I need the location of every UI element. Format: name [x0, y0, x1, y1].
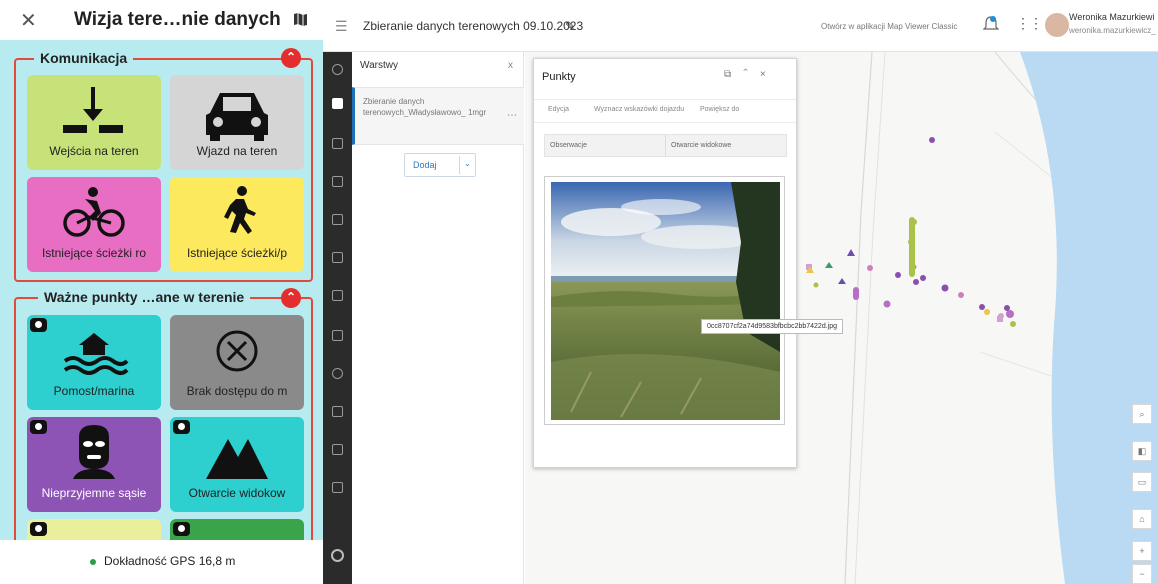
- layers-icon[interactable]: [332, 98, 343, 109]
- map-icon[interactable]: [293, 12, 308, 27]
- image-filename-tooltip: 0cc8707cf2a74d9583bfbcbc2bb7422d.jpg: [701, 319, 844, 334]
- survey-title: Wizja tere…nie danych: [74, 9, 281, 30]
- user-name: Weronika Mazurkiewi: [1069, 12, 1155, 22]
- charts-icon[interactable]: [332, 214, 343, 225]
- table-header-cell: Otwarcie widokowe: [671, 142, 732, 149]
- home-icon[interactable]: ⌂: [1132, 509, 1152, 529]
- tile-wejscia-na-teren[interactable]: Wejścia na teren: [27, 75, 161, 170]
- add-layer-label: Dodaj: [413, 160, 437, 170]
- edit-title-icon[interactable]: ✎: [565, 19, 575, 33]
- photo-frame: [544, 176, 785, 425]
- zoom-in-icon[interactable]: +: [1132, 541, 1152, 561]
- popup-toolbar: Edycja Wyznacz wskazówki dojazdu Powięks…: [534, 99, 796, 123]
- open-classic-link[interactable]: Otwórz w aplikacji Map Viewer Classic: [821, 22, 957, 31]
- tile-label: Istniejące ścieżki/p: [186, 246, 288, 260]
- attribute-table: Obserwacje Otwarcie widokowe: [544, 134, 787, 157]
- tile-pomost-marina[interactable]: Pomost/marina: [27, 315, 161, 410]
- tile-label: Istniejące ścieżki ro: [41, 246, 147, 260]
- analysis-icon[interactable]: [332, 368, 343, 379]
- layers-panel-title: Warstwy: [360, 60, 398, 71]
- gps-accuracy-text: Dokładność GPS 16,8 m: [104, 554, 236, 568]
- tables-icon[interactable]: [332, 138, 343, 149]
- chevron-down-icon[interactable]: ⌄: [464, 159, 471, 168]
- collapse-group-icon[interactable]: ⌃: [281, 288, 301, 308]
- avatar[interactable]: [1045, 13, 1069, 37]
- print-icon[interactable]: [332, 482, 343, 493]
- popup-title: Punkty: [542, 71, 576, 83]
- directions-button[interactable]: Wyznacz wskazówki dojazdu: [594, 106, 684, 113]
- search-icon[interactable]: ⌕: [1132, 404, 1152, 424]
- divider: [459, 156, 460, 174]
- landscape-photo[interactable]: [551, 182, 780, 420]
- apps-icon[interactable]: [332, 444, 343, 455]
- mobile-survey-app: ✕ Wizja tere…nie danych Komunikacja ⌃ We…: [0, 0, 323, 584]
- top-bar: ☰ Zbieranie danych terenowych 09.10.2023…: [323, 0, 1158, 52]
- layer-item[interactable]: Zbieranie danych terenowych_Władysławowo…: [352, 87, 524, 145]
- tile-label: Brak dostępu do m: [186, 384, 288, 398]
- notifications-icon[interactable]: [983, 15, 999, 33]
- group-title-wazne-punkty: Ważne punkty …ane w terenie: [38, 289, 251, 305]
- layers-icon[interactable]: ◧: [1132, 441, 1152, 461]
- tile-label: Otwarcie widokow: [188, 486, 286, 500]
- basemap-icon[interactable]: [332, 176, 343, 187]
- mobile-header: ✕ Wizja tere…nie danych: [0, 0, 323, 40]
- tile-label: Nieprzyjemne sąsie: [41, 486, 147, 500]
- tile-sciezki-piesze[interactable]: Istniejące ścieżki/p: [170, 177, 304, 272]
- camera-icon: [30, 522, 47, 536]
- legend-icon[interactable]: [332, 252, 343, 263]
- tile-label: Wjazd na teren: [196, 144, 278, 158]
- sketch-icon[interactable]: [332, 406, 343, 417]
- settings-icon[interactable]: [331, 549, 344, 562]
- tile-sciezki-rowerowe[interactable]: Istniejące ścieżki ro: [27, 177, 161, 272]
- tile-otwarcie-widokowe[interactable]: Otwarcie widokow: [170, 417, 304, 512]
- bookmarks-icon[interactable]: [332, 290, 343, 301]
- menu-icon[interactable]: ☰: [335, 18, 348, 35]
- zoom-to-button[interactable]: Powiększ do: [700, 106, 739, 113]
- tile-brak-dostepu[interactable]: Brak dostępu do m: [170, 315, 304, 410]
- folder-icon[interactable]: [332, 330, 343, 341]
- table-header-cell: Obserwacje: [550, 142, 587, 149]
- zoom-out-icon[interactable]: −: [1132, 564, 1152, 584]
- tile-nieprzyjemne-sasiedztwo[interactable]: Nieprzyjemne sąsie: [27, 417, 161, 512]
- layer-name: Zbieranie danych terenowych_Władysławowo…: [363, 97, 487, 117]
- tile-wjazd-na-teren[interactable]: Wjazd na teren: [170, 75, 304, 170]
- collapse-group-icon[interactable]: ⌃: [281, 48, 301, 68]
- divider: [665, 135, 666, 156]
- tool-rail: [323, 52, 352, 584]
- tile-label: Pomost/marina: [53, 384, 135, 398]
- map-title: Zbieranie danych terenowych 09.10.2023: [363, 19, 584, 33]
- feature-popup: Punkty ⧉⌃× Edycja Wyznacz wskazówki doja…: [533, 58, 797, 468]
- user-email: weronika.mazurkiewicz_: [1069, 26, 1156, 35]
- add-layer-button[interactable]: Dodaj ⌄: [404, 153, 476, 177]
- tile-label: Wejścia na teren: [49, 144, 139, 158]
- close-icon[interactable]: ✕: [20, 8, 37, 33]
- edit-button[interactable]: Edycja: [548, 106, 569, 113]
- more-options-icon[interactable]: ⋯: [507, 110, 517, 121]
- popup-window-controls[interactable]: ⧉⌃×: [724, 69, 778, 80]
- add-icon[interactable]: [332, 64, 343, 75]
- group-title-komunikacja: Komunikacja: [34, 50, 134, 66]
- camera-icon: [173, 522, 190, 536]
- layers-panel: Warstwy x Zbieranie danych terenowych_Wł…: [352, 52, 524, 584]
- close-panel-icon[interactable]: x: [508, 60, 513, 71]
- gps-status-bar: Dokładność GPS 16,8 m: [0, 540, 323, 584]
- gps-status-dot: [90, 559, 96, 565]
- sketch-icon[interactable]: ▭: [1132, 472, 1152, 492]
